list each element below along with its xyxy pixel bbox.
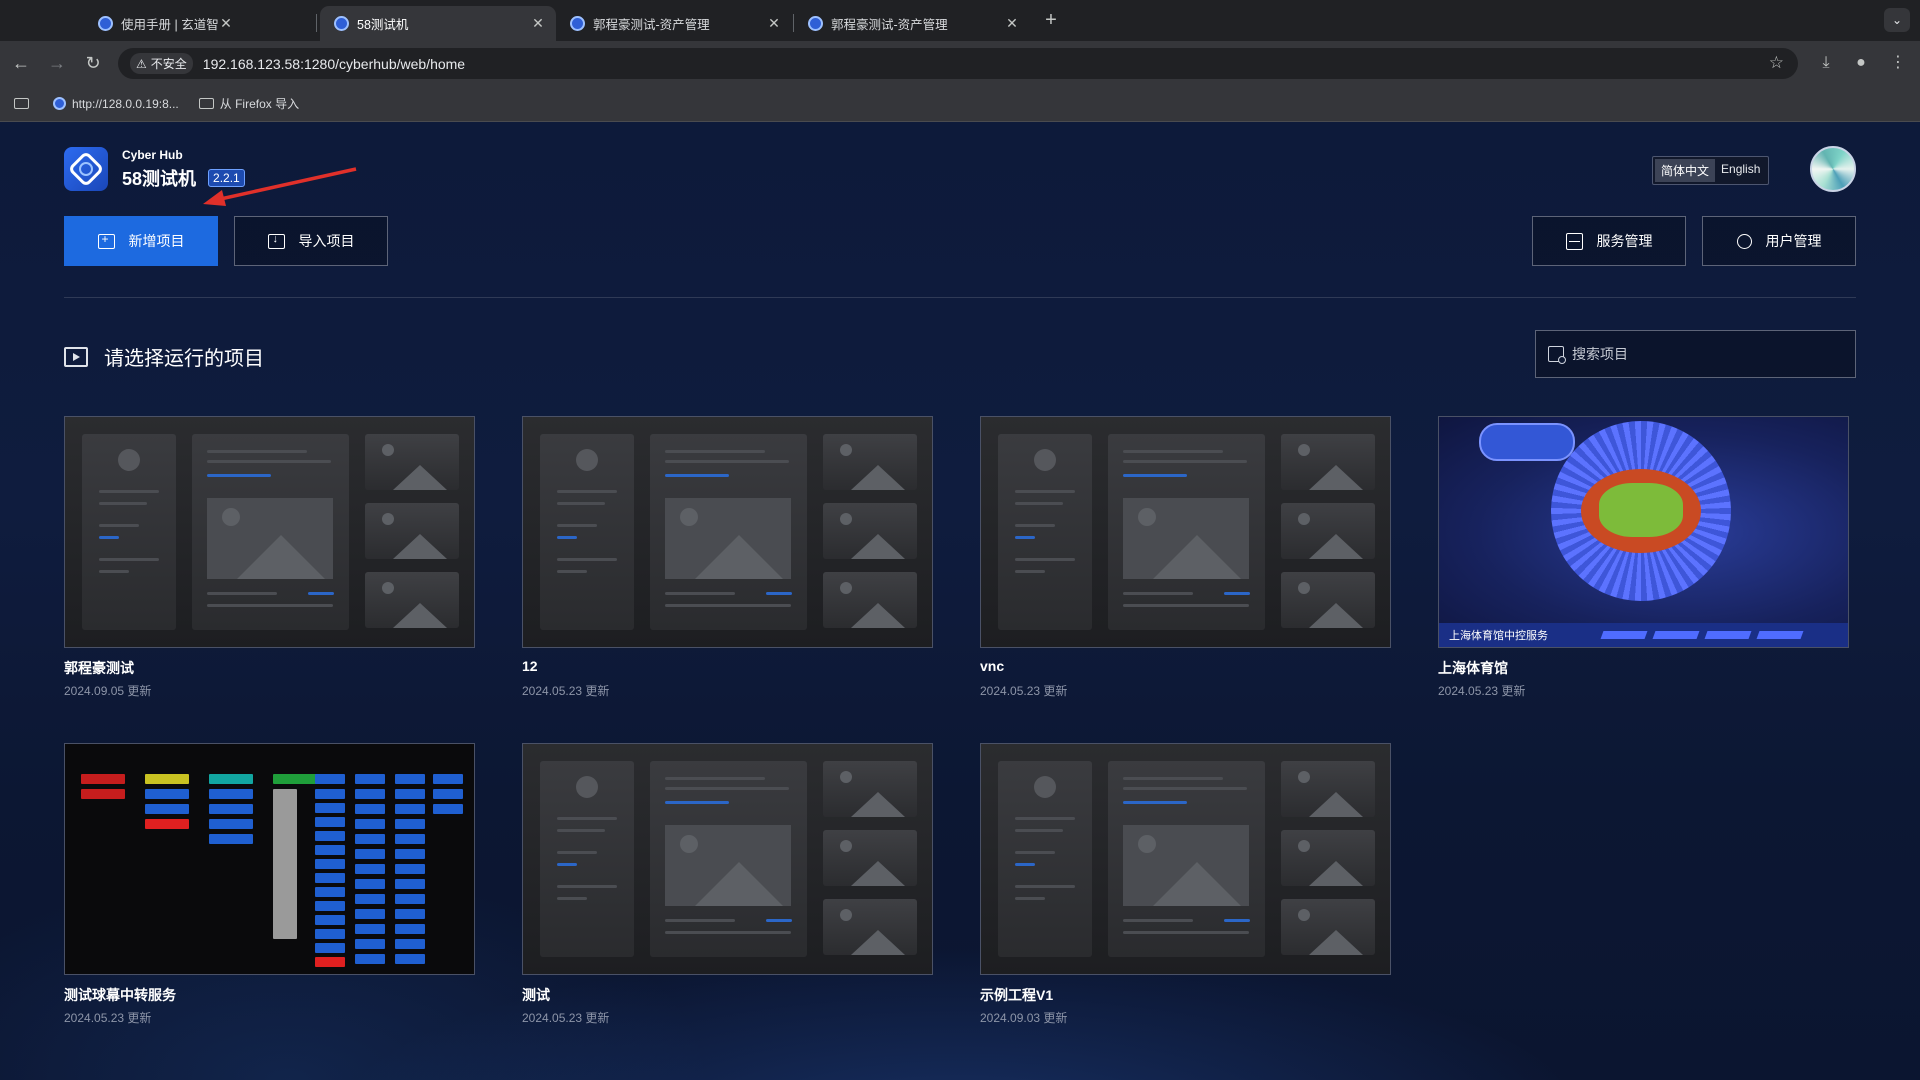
- thumbnail-caption: 上海体育馆中控服务: [1449, 630, 1548, 642]
- close-icon[interactable]: ✕: [530, 15, 546, 32]
- tab-title: 58测试机: [357, 18, 409, 32]
- project-card[interactable]: 测试 2024.05.23 更新: [522, 743, 933, 1026]
- project-thumbnail-placeholder[interactable]: [64, 416, 475, 648]
- project-thumbnail-placeholder[interactable]: [522, 416, 933, 648]
- project-thumbnail-placeholder[interactable]: [980, 743, 1391, 975]
- profile-icon[interactable]: ●: [1849, 51, 1873, 75]
- warning-triangle-icon: ⚠: [136, 56, 147, 71]
- project-thumbnail-stadium[interactable]: 上海体育馆中控服务: [1438, 416, 1849, 648]
- tab-separator: [316, 14, 317, 32]
- project-card[interactable]: 郭程豪测试 2024.09.05 更新: [64, 416, 475, 699]
- project-card[interactable]: 测试球幕中转服务 2024.05.23 更新: [64, 743, 475, 1026]
- new-project-button[interactable]: 新增项目: [64, 216, 218, 266]
- bookmark-link[interactable]: http://128.0.0.19:8...: [53, 97, 179, 111]
- user-icon: [1736, 233, 1752, 249]
- browser-tab[interactable]: 郭程豪测试-资产管理 ✕: [556, 6, 792, 41]
- folder-icon: [14, 98, 29, 109]
- tab-search-chevron-icon[interactable]: ⌄: [1884, 8, 1910, 32]
- project-updated-date: 2024.05.23 更新: [522, 1011, 610, 1025]
- search-icon: [1548, 346, 1566, 364]
- project-name: 测试球幕中转服务: [64, 987, 176, 1003]
- close-icon[interactable]: ✕: [1004, 15, 1020, 32]
- kebab-menu-icon[interactable]: ⋮: [1886, 51, 1910, 75]
- new-project-label: 新增项目: [128, 233, 185, 249]
- brand-subtitle: Cyber Hub: [122, 147, 183, 162]
- section-header: 请选择运行的项目: [64, 342, 264, 371]
- project-card[interactable]: 12 2024.05.23 更新: [522, 416, 933, 699]
- project-updated-date: 2024.05.23 更新: [980, 684, 1068, 698]
- site-favicon-icon: [98, 16, 113, 31]
- section-title: 请选择运行的项目: [104, 348, 264, 370]
- service-management-label: 服务管理: [1596, 233, 1653, 249]
- divider: [64, 297, 1856, 298]
- bookmark-label: http://128.0.0.19:8...: [72, 96, 179, 111]
- close-icon[interactable]: ✕: [766, 15, 782, 32]
- project-card[interactable]: vnc 2024.05.23 更新: [980, 416, 1391, 699]
- folder-import-icon: [267, 233, 285, 249]
- app-home: Cyber Hub 58测试机 2.2.1 简体中文 English 新增项目 …: [0, 122, 1920, 1080]
- browser-tab-active[interactable]: 58测试机 ✕: [320, 6, 556, 41]
- new-tab-button[interactable]: +: [1038, 9, 1064, 32]
- download-icon[interactable]: ⤓: [1814, 51, 1838, 75]
- url-text: 192.168.123.58:1280/cyberhub/web/home: [202, 55, 466, 72]
- service-management-button[interactable]: 服务管理: [1532, 216, 1686, 266]
- project-thumbnail-placeholder[interactable]: [980, 416, 1391, 648]
- search-input[interactable]: [1572, 346, 1832, 362]
- security-indicator[interactable]: ⚠ 不安全: [130, 53, 193, 74]
- site-favicon-icon: [53, 97, 66, 110]
- reload-icon[interactable]: ↻: [81, 51, 105, 75]
- avatar[interactable]: [1810, 146, 1856, 192]
- cyberhub-logo-icon: [64, 147, 108, 191]
- bookmark-folder[interactable]: 从 Firefox 导入: [198, 95, 300, 112]
- project-name: 上海体育馆: [1438, 660, 1508, 676]
- bookmarks-bar: http://128.0.0.19:8... 从 Firefox 导入: [0, 86, 1920, 122]
- back-arrow-icon[interactable]: ←: [9, 51, 33, 75]
- project-name: 郭程豪测试: [64, 660, 134, 676]
- project-name: 示例工程V1: [980, 987, 1054, 1003]
- brand-title: 58测试机: [122, 168, 197, 189]
- browser-tab[interactable]: 郭程豪测试-资产管理 ✕: [794, 6, 1030, 41]
- user-management-button[interactable]: 用户管理: [1702, 216, 1856, 266]
- project-updated-date: 2024.05.23 更新: [1438, 684, 1526, 698]
- tab-title: 郭程豪测试-资产管理: [831, 18, 948, 32]
- bookmark-star-icon[interactable]: ☆: [1769, 53, 1784, 73]
- project-card[interactable]: 示例工程V1 2024.09.03 更新: [980, 743, 1391, 1026]
- project-thumbnail-control-panel[interactable]: [64, 743, 475, 975]
- site-favicon-icon: [334, 16, 349, 31]
- browser-tab[interactable]: 使用手册 | 玄道智控平台 ✕: [8, 6, 244, 41]
- project-updated-date: 2024.05.23 更新: [522, 684, 610, 698]
- project-thumbnail-placeholder[interactable]: [522, 743, 933, 975]
- project-updated-date: 2024.09.03 更新: [980, 1011, 1068, 1025]
- bookmarks-folder-button[interactable]: [14, 98, 29, 109]
- lang-option-en[interactable]: English: [1715, 159, 1766, 182]
- browser-tab-bar: 使用手册 | 玄道智控平台 ✕ 58测试机 ✕ 郭程豪测试-资产管理 ✕ 郭程豪…: [0, 0, 1920, 41]
- user-management-label: 用户管理: [1765, 233, 1822, 249]
- forward-arrow-icon[interactable]: →: [45, 51, 69, 75]
- import-project-button[interactable]: 导入项目: [234, 216, 388, 266]
- tab-title: 使用手册 | 玄道智控平台: [121, 18, 218, 32]
- language-switch: 简体中文 English: [1652, 156, 1770, 185]
- browser-toolbar: ← → ↻ ⚠ 不安全 192.168.123.58:1280/cyberhub…: [0, 41, 1920, 86]
- project-search[interactable]: [1535, 330, 1856, 378]
- security-label: 不安全: [150, 57, 187, 71]
- project-updated-date: 2024.09.05 更新: [64, 684, 152, 698]
- server-icon: [1565, 232, 1583, 250]
- project-name: 测试: [522, 987, 550, 1003]
- import-project-label: 导入项目: [298, 233, 355, 249]
- folder-plus-icon: [97, 232, 115, 249]
- site-favicon-icon: [570, 16, 585, 31]
- site-favicon-icon: [808, 16, 823, 31]
- project-updated-date: 2024.05.23 更新: [64, 1011, 152, 1025]
- folder-icon: [198, 98, 214, 109]
- red-arrow-annotation-icon: [203, 167, 357, 206]
- address-bar[interactable]: ⚠ 不安全 192.168.123.58:1280/cyberhub/web/h…: [118, 48, 1798, 79]
- play-folder-icon: [64, 346, 88, 367]
- lang-option-zh[interactable]: 简体中文: [1655, 159, 1716, 182]
- close-icon[interactable]: ✕: [218, 15, 234, 32]
- bookmark-label: 从 Firefox 导入: [219, 97, 300, 111]
- tab-title: 郭程豪测试-资产管理: [593, 18, 710, 32]
- project-card[interactable]: 上海体育馆中控服务 上海体育馆 2024.05.23 更新: [1438, 416, 1849, 699]
- project-name: 12: [522, 658, 538, 674]
- project-name: vnc: [980, 658, 1005, 674]
